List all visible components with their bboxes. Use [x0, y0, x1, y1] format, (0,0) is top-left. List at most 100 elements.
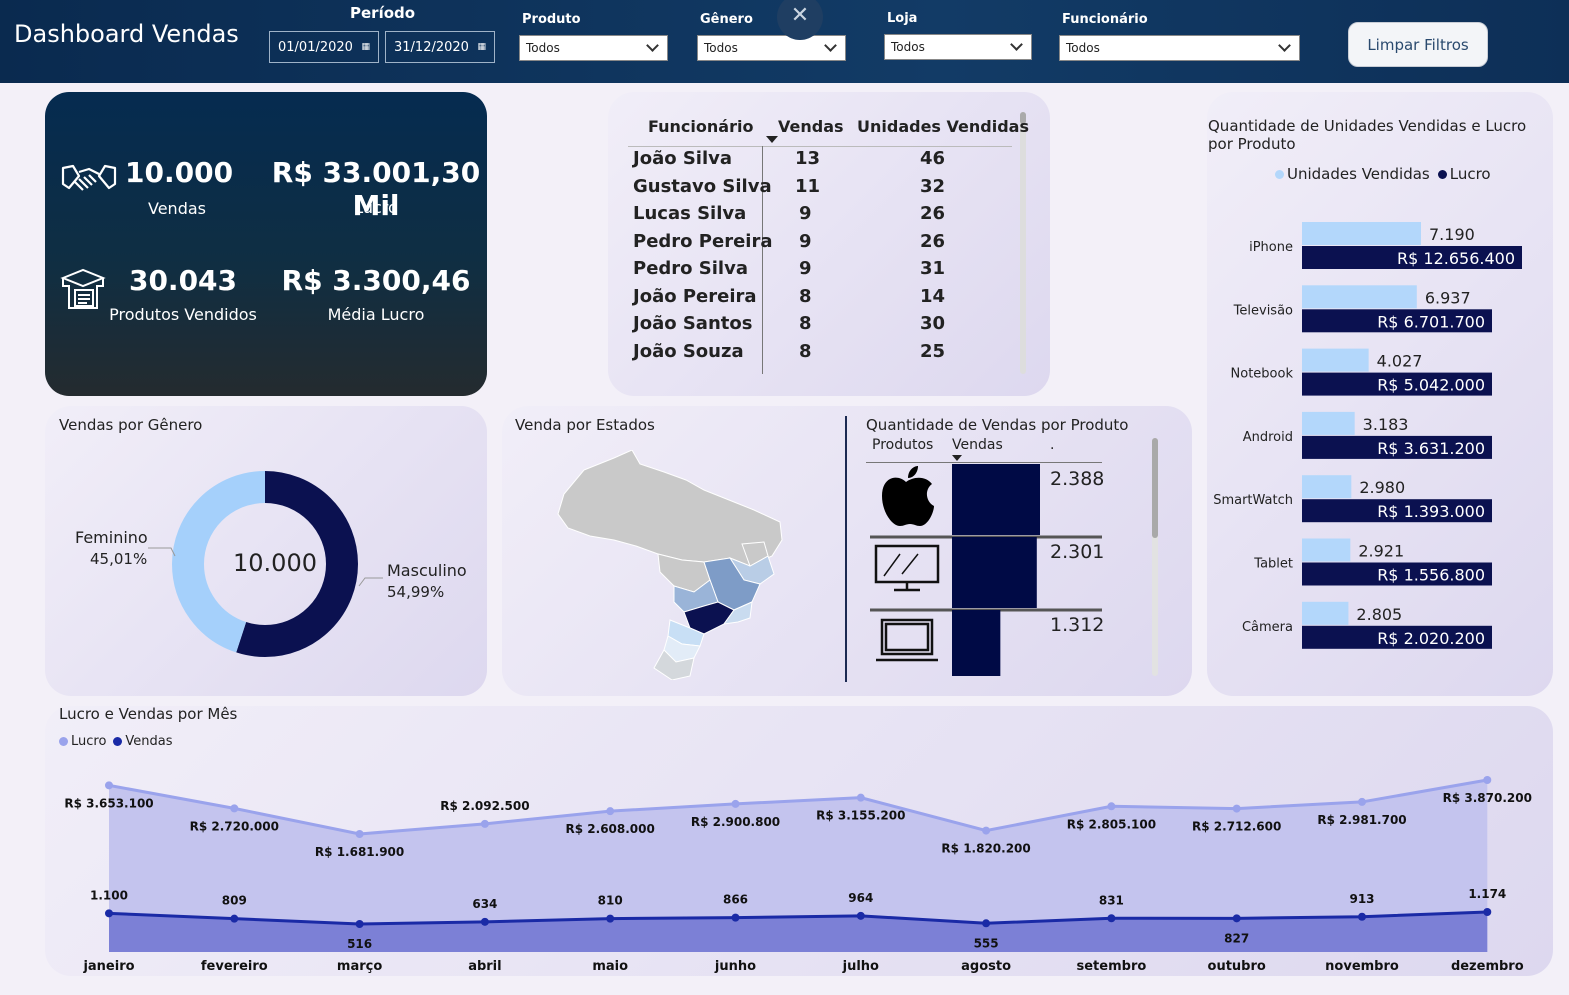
vendas-point[interactable] — [480, 917, 489, 926]
units-bar[interactable] — [1302, 348, 1369, 372]
vendas-point[interactable] — [105, 909, 113, 918]
month-tick-label: abril — [468, 959, 501, 974]
units-bar[interactable] — [1302, 411, 1355, 435]
table-row[interactable]: João Pereira 8 14 — [633, 286, 1013, 313]
kpi-media-value: R$ 3.300,46 — [281, 264, 471, 297]
chevron-down-icon — [646, 39, 659, 52]
vendas-point[interactable] — [1483, 908, 1492, 916]
table-row[interactable]: João Silva 13 46 — [633, 148, 1013, 175]
month-tick-label: maio — [592, 959, 628, 974]
kpi-media-label: Média Lucro — [327, 305, 425, 324]
vendas-point[interactable] — [1358, 912, 1366, 921]
lucro-point[interactable] — [230, 804, 239, 813]
lucro-point[interactable] — [480, 819, 489, 828]
filter-funcionario-select[interactable]: Todos — [1059, 35, 1300, 61]
table-row[interactable]: João Santos 8 30 — [633, 313, 1013, 340]
vendas-point[interactable] — [856, 911, 865, 920]
lucro-value: R$ 5.042.000 — [1377, 376, 1485, 395]
product-sales-bar[interactable] — [952, 464, 1040, 535]
vendas-data-label: 1.174 — [1468, 887, 1506, 901]
clear-filters-button[interactable]: Limpar Filtros — [1348, 22, 1488, 67]
lucro-point[interactable] — [982, 826, 991, 835]
lucro-point[interactable] — [355, 830, 364, 838]
col-header-vendas-prod[interactable]: Vendas — [952, 437, 1003, 453]
lucro-point[interactable] — [731, 799, 740, 808]
table-row[interactable]: Gustavo Silva 11 32 — [633, 176, 1013, 203]
box-checklist-icon — [60, 268, 106, 309]
lucro-point[interactable] — [1232, 804, 1241, 813]
units-bar[interactable] — [1302, 222, 1421, 245]
vendas-data-label: 555 — [974, 936, 999, 950]
vendas-data-label: 634 — [472, 897, 497, 911]
col-header-funcionario[interactable]: Funcionário — [648, 117, 753, 136]
filter-loja-select[interactable]: Todos — [884, 34, 1032, 60]
units-bar[interactable] — [1302, 475, 1352, 499]
table-row[interactable]: João Souza 8 25 — [633, 341, 1013, 368]
calendar-icon[interactable]: ▦ — [477, 42, 486, 52]
category-label: Câmera — [1242, 620, 1293, 635]
lucro-data-label: R$ 2.981.700 — [1317, 813, 1406, 827]
lucro-value: R$ 1.556.800 — [1377, 566, 1485, 585]
category-label: Televisão — [1233, 303, 1293, 318]
table-row[interactable]: Pedro Pereira 9 26 — [633, 231, 1013, 258]
kpi-produtos-label: Produtos Vendidos — [109, 305, 257, 324]
date-start-field[interactable]: 01/01/2020 ▦ — [269, 31, 379, 63]
date-end-field[interactable]: 31/12/2020 ▦ — [385, 31, 495, 63]
close-icon[interactable]: ✕ — [777, 0, 823, 40]
lucro-data-label: R$ 3.870.200 — [1443, 791, 1532, 805]
units-bar[interactable] — [1302, 601, 1349, 625]
lucro-data-label: R$ 3.155.200 — [816, 809, 905, 823]
filter-genero-label: Gênero — [700, 12, 753, 27]
sort-desc-icon[interactable] — [766, 136, 778, 143]
lucro-point[interactable] — [856, 793, 865, 802]
table-row[interactable]: Pedro Silva 9 31 — [633, 258, 1013, 285]
vendas-data-label: 1.100 — [90, 888, 128, 902]
vendas-point[interactable] — [230, 914, 239, 923]
category-label: SmartWatch — [1213, 493, 1293, 508]
lucro-point[interactable] — [1107, 802, 1116, 811]
filter-produto-select[interactable]: Todos — [519, 35, 668, 61]
product-value: 1.312 — [1050, 614, 1105, 636]
filter-genero-select[interactable]: Todos — [697, 35, 846, 61]
handshake-icon — [61, 164, 117, 191]
vendas-point[interactable] — [731, 913, 740, 922]
units-bar[interactable] — [1302, 538, 1351, 562]
month-tick-label: agosto — [961, 959, 1011, 974]
calendar-icon[interactable]: ▦ — [361, 42, 370, 52]
lucro-value: R$ 12.656.400 — [1397, 249, 1515, 268]
monthly-line-chart[interactable]: R$ 3.653.100 1.100 janeiro R$ 2.720.000 809 f… — [45, 706, 1553, 976]
units-profit-bar-chart[interactable]: iPhone 7.190 R$ 12.656.400 Televisão 6.937 R$… — [1207, 92, 1553, 696]
lucro-point[interactable] — [606, 807, 615, 816]
table-body: João Silva 13 46 Gustavo Silva 11 32 Lucas S… — [608, 146, 1028, 374]
col-header-unidades[interactable]: Unidades Vendidas — [857, 117, 1029, 136]
col-header-vendas[interactable]: Vendas — [778, 117, 844, 136]
vendas-data-label: 913 — [1349, 892, 1374, 906]
qtd-produto-title: Quantidade de Vendas por Produto — [866, 416, 1129, 434]
product-sales-bar[interactable] — [952, 610, 1001, 676]
month-tick-label: janeiro — [82, 959, 134, 974]
product-sales-bar[interactable] — [952, 537, 1037, 608]
sort-desc-icon[interactable] — [952, 455, 962, 461]
units-bar[interactable] — [1302, 285, 1417, 309]
month-tick-label: fevereiro — [201, 959, 268, 974]
apple-icon — [882, 466, 934, 526]
vendas-point[interactable] — [606, 914, 615, 923]
lucro-point[interactable] — [1483, 776, 1492, 784]
vendas-point[interactable] — [1107, 914, 1116, 923]
col-header-dot: . — [1050, 437, 1055, 453]
chevron-down-icon — [1010, 38, 1023, 51]
lucro-point[interactable] — [105, 781, 113, 790]
monitor-icon — [874, 544, 940, 592]
month-tick-label: dezembro — [1451, 959, 1524, 974]
brazil-map[interactable] — [554, 450, 790, 680]
chevron-down-icon — [824, 39, 837, 52]
lucro-point[interactable] — [1358, 797, 1366, 806]
date-end-value: 31/12/2020 — [394, 39, 469, 55]
filter-produto-label: Produto — [522, 12, 581, 27]
vendas-point[interactable] — [982, 919, 991, 928]
vendas-point[interactable] — [1232, 914, 1241, 923]
col-header-produtos[interactable]: Produtos — [872, 437, 933, 453]
vendas-point[interactable] — [355, 920, 364, 928]
products-scrollbar[interactable] — [1152, 438, 1158, 676]
table-row[interactable]: Lucas Silva 9 26 — [633, 203, 1013, 230]
